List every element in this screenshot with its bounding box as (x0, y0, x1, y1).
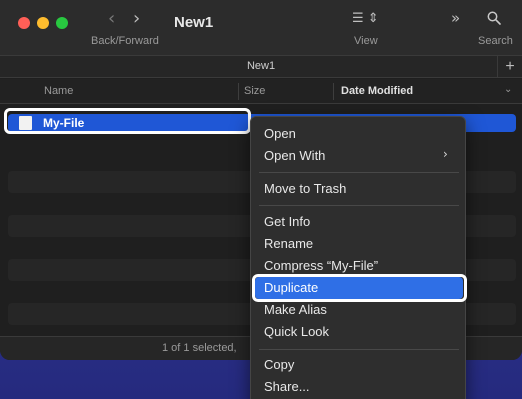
column-date-modified[interactable]: Date Modified (341, 85, 413, 97)
chevron-right-icon[interactable]: › (133, 8, 140, 29)
view-label: View (354, 35, 378, 47)
close-window-button[interactable] (18, 17, 30, 29)
chevron-double-right-icon[interactable]: » (451, 9, 460, 27)
menu-item-move-to-trash[interactable]: Move to Trash (264, 179, 346, 199)
column-divider[interactable] (238, 83, 239, 100)
toolbar: ‹ › Back/Forward New1 ☰ ⇕ View » Search (0, 0, 522, 56)
menu-item-copy[interactable]: Copy (264, 355, 294, 375)
zoom-window-button[interactable] (56, 17, 68, 29)
menu-item-open-with[interactable]: Open With (264, 146, 325, 166)
new-tab-button[interactable]: + (497, 56, 522, 78)
status-text: 1 of 1 selected, (162, 342, 237, 354)
chevron-right-submenu-icon: › (443, 147, 448, 161)
menu-item-share[interactable]: Share... (264, 377, 310, 397)
column-size[interactable]: Size (244, 85, 265, 97)
column-header: Name Size Date Modified ⌄ (0, 79, 522, 104)
menu-item-quick-look[interactable]: Quick Look (264, 322, 329, 342)
sort-chevron-icon: ⌄ (504, 84, 513, 95)
search-icon[interactable] (487, 11, 501, 25)
menu-item-open[interactable]: Open (264, 124, 296, 144)
menu-divider (259, 205, 459, 206)
search-label: Search (478, 35, 513, 47)
menu-item-make-alias[interactable]: Make Alias (264, 300, 327, 320)
back-forward-label: Back/Forward (91, 35, 159, 47)
menu-item-rename[interactable]: Rename (264, 234, 313, 254)
duplicate-highlight-ring (252, 274, 467, 302)
menu-divider (259, 172, 459, 173)
tab-new1[interactable]: New1 (0, 60, 522, 72)
list-view-icon[interactable]: ☰ ⇕ (352, 11, 379, 26)
tab-bar: New1 + (0, 56, 522, 78)
chevron-left-icon[interactable]: ‹ (108, 8, 115, 29)
column-name[interactable]: Name (44, 85, 73, 97)
minimize-window-button[interactable] (37, 17, 49, 29)
selected-file-highlight (4, 108, 251, 134)
menu-item-get-info[interactable]: Get Info (264, 212, 310, 232)
context-menu: Open Open With › Move to Trash Get Info … (250, 116, 467, 399)
menu-divider (259, 349, 459, 350)
column-divider[interactable] (333, 83, 334, 100)
window-title: New1 (174, 14, 214, 31)
menu-item-compress[interactable]: Compress “My-File” (264, 256, 378, 276)
